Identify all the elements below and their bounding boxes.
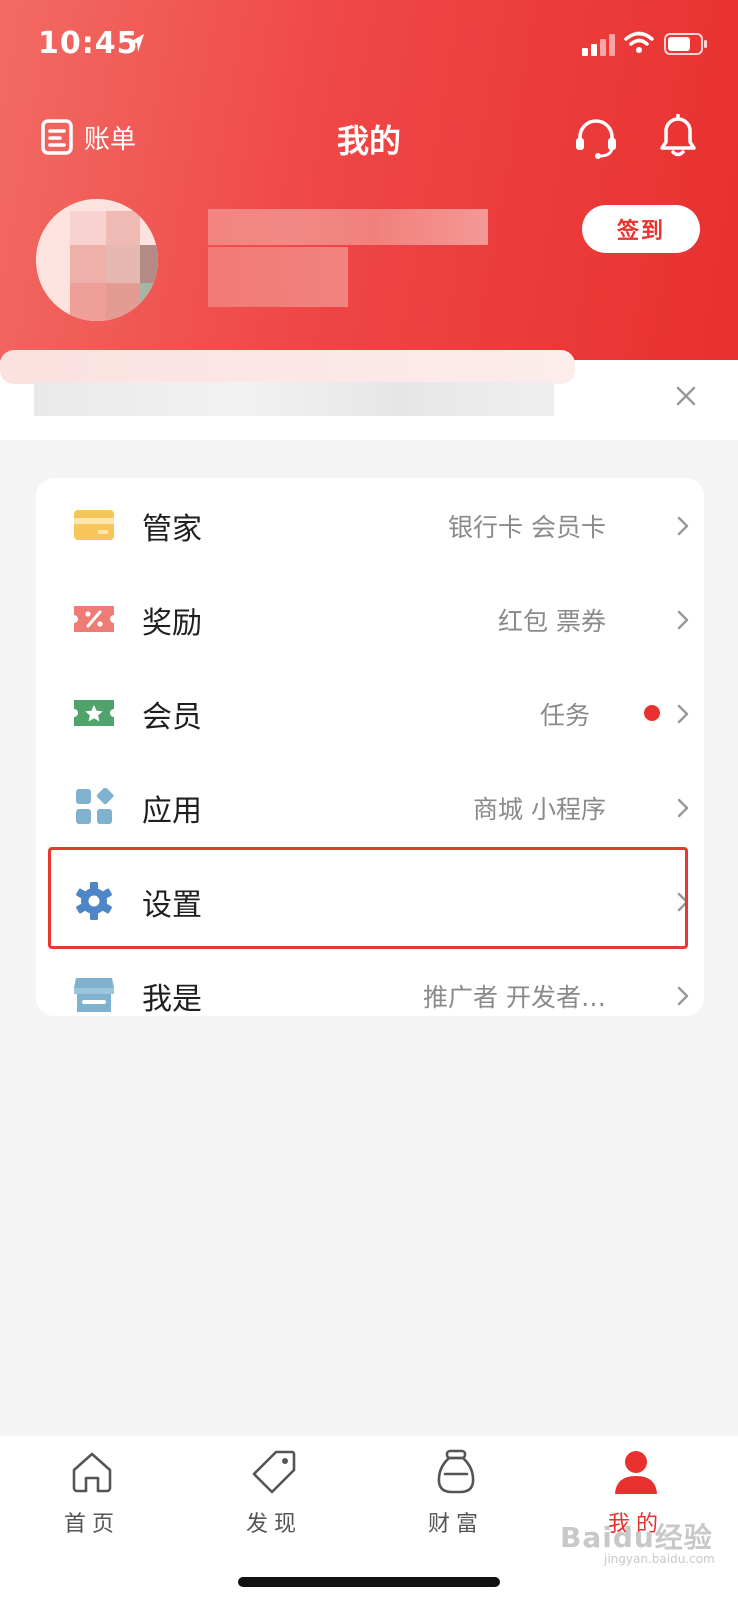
blurred-notice-top [0, 350, 575, 384]
notification-dot [644, 705, 660, 721]
menu-item-rewards[interactable]: 奖励 红包 票券 [36, 572, 704, 666]
avatar[interactable] [36, 199, 158, 321]
notice-bar [0, 350, 738, 440]
watermark-logo: Baidu经验 [560, 1521, 713, 1554]
headset-icon[interactable] [574, 116, 618, 160]
page-title: 我的 [336, 122, 401, 160]
menu-item-label: 应用 [142, 794, 202, 829]
status-time: 10:45 [38, 26, 139, 61]
card-icon [74, 510, 114, 540]
signal-icon [582, 34, 615, 56]
tab-discover[interactable]: 发现 [214, 1448, 334, 1538]
checkin-button[interactable]: 签到 [582, 205, 700, 253]
blurred-username [208, 209, 488, 245]
status-bar: 10:45 [0, 0, 738, 90]
tab-wealth[interactable]: 财富 [396, 1448, 516, 1538]
blurred-notice-text [34, 382, 554, 416]
battery-icon [664, 33, 707, 55]
menu-item-subtext: 商城 小程序 [473, 795, 606, 824]
menu-item-housekeeper[interactable]: 管家 银行卡 会员卡 [36, 478, 704, 572]
menu-item-membership[interactable]: 会员 任务 [36, 666, 704, 760]
close-icon[interactable] [672, 382, 700, 410]
tab-label: 首页 [63, 1512, 120, 1537]
store-icon [74, 978, 114, 1012]
home-icon [72, 1452, 112, 1493]
chevron-right-icon [677, 704, 689, 724]
tab-label: 财富 [427, 1512, 484, 1537]
menu-item-label: 奖励 [142, 606, 202, 641]
menu-item-subtext: 红包 票券 [498, 607, 606, 636]
bell-icon[interactable] [658, 114, 698, 158]
chevron-right-icon [677, 986, 689, 1006]
tab-label: 发现 [245, 1512, 302, 1537]
menu-item-subtext: 银行卡 会员卡 [448, 513, 606, 542]
user-icon [615, 1451, 657, 1494]
chevron-right-icon [677, 798, 689, 818]
location-arrow-icon [130, 34, 144, 52]
coupon-icon [74, 606, 114, 632]
vip-ticket-icon [74, 700, 114, 726]
profile-section: 签到 [0, 195, 738, 325]
top-nav-bar: 账单 我的 [0, 100, 738, 180]
blurred-user-info [208, 247, 348, 307]
tab-home[interactable]: 首页 [32, 1448, 152, 1538]
menu-item-label: 会员 [142, 700, 202, 735]
wifi-icon [624, 31, 654, 53]
money-bag-icon [437, 1449, 475, 1494]
settings-highlight-box [48, 847, 688, 949]
chevron-right-icon [677, 516, 689, 536]
menu-item-label: 管家 [142, 512, 202, 547]
menu-item-subtext: 任务 [539, 701, 590, 730]
tag-icon [252, 1450, 296, 1494]
menu-item-label: 我是 [142, 982, 202, 1017]
menu-item-subtext: 推广者 开发者… [423, 983, 606, 1012]
menu-item-apps[interactable]: 应用 商城 小程序 [36, 760, 704, 854]
chevron-right-icon [677, 610, 689, 630]
watermark-url: jingyan.baidu.com [604, 1552, 715, 1566]
menu-item-i-am[interactable]: 我是 推广者 开发者… [36, 948, 704, 1042]
apps-grid-icon [76, 788, 114, 824]
home-indicator [238, 1577, 500, 1587]
